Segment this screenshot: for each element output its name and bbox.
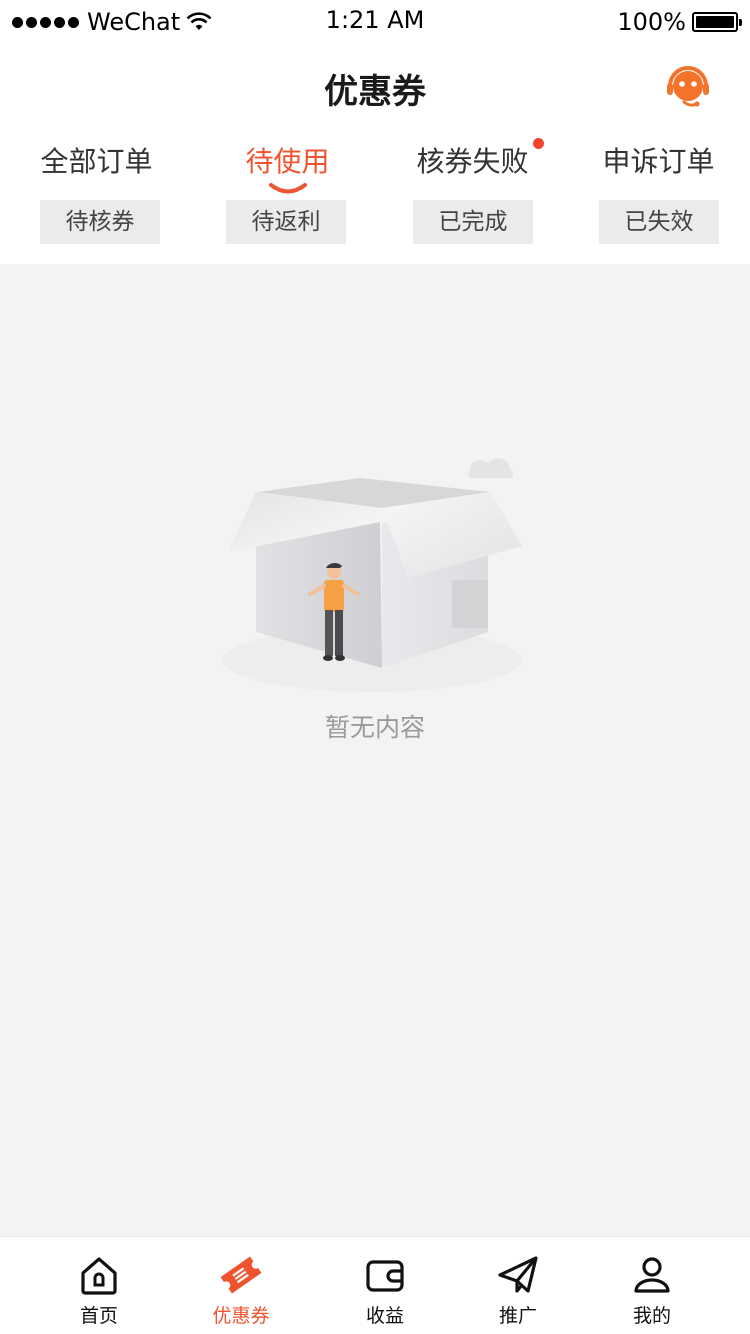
customer-service-icon[interactable] [664, 64, 712, 112]
user-icon [634, 1257, 670, 1293]
nav-item-coupons[interactable]: 优惠券 [191, 1251, 291, 1328]
content-area: 暂无内容 [0, 264, 750, 1236]
status-bar: WeChat 1:21 AM 100% [0, 0, 750, 44]
filter-chip-expired[interactable]: 已失效 [599, 200, 719, 244]
battery-icon [692, 12, 742, 32]
tab-all-orders[interactable]: 全部订单 [3, 140, 190, 180]
tab-label: 全部订单 [40, 145, 153, 178]
tab-label: 待使用 [245, 145, 330, 178]
nav-label: 收益 [365, 1305, 404, 1327]
tab-to-use[interactable]: 待使用 [194, 140, 381, 194]
empty-box-illustration [222, 458, 522, 692]
nav-label: 推广 [498, 1305, 537, 1327]
nav-item-earnings[interactable]: 收益 [335, 1251, 435, 1328]
status-right: 100% [617, 8, 742, 36]
paper-plane-icon [498, 1256, 538, 1293]
filter-chip-completed[interactable]: 已完成 [413, 200, 533, 244]
wallet-icon [366, 1260, 404, 1292]
home-icon [81, 1257, 117, 1295]
filter-chip-pending-rebate[interactable]: 待返利 [226, 200, 346, 244]
tab-verify-failed[interactable]: 核券失败 [379, 138, 566, 180]
bottom-nav: 首页 优惠券 收益 推广 我的 [0, 1236, 750, 1334]
nav-item-promote[interactable]: 推广 [468, 1251, 568, 1328]
coupon-icon [220, 1256, 262, 1294]
tab-label: 申诉订单 [602, 145, 715, 178]
notification-dot [533, 138, 544, 149]
nav-bar: 优惠券 [0, 44, 750, 130]
nav-label: 首页 [79, 1305, 118, 1327]
nav-item-mine[interactable]: 我的 [602, 1251, 702, 1328]
tab-appeal-orders[interactable]: 申诉订单 [565, 140, 750, 180]
nav-label: 我的 [632, 1305, 671, 1327]
active-tab-indicator [268, 183, 307, 194]
page-title: 优惠券 [324, 72, 426, 112]
battery-percentage: 100% [617, 8, 686, 36]
nav-item-home[interactable]: 首页 [49, 1251, 149, 1328]
nav-label: 优惠券 [212, 1305, 270, 1327]
order-tabs: 全部订单 待使用 核券失败 申诉订单 待核券 待返利 已完成 已失效 [0, 130, 750, 264]
empty-message: 暂无内容 [324, 713, 425, 742]
tab-label: 核券失败 [416, 145, 529, 178]
filter-chip-pending-verify[interactable]: 待核券 [40, 200, 160, 244]
